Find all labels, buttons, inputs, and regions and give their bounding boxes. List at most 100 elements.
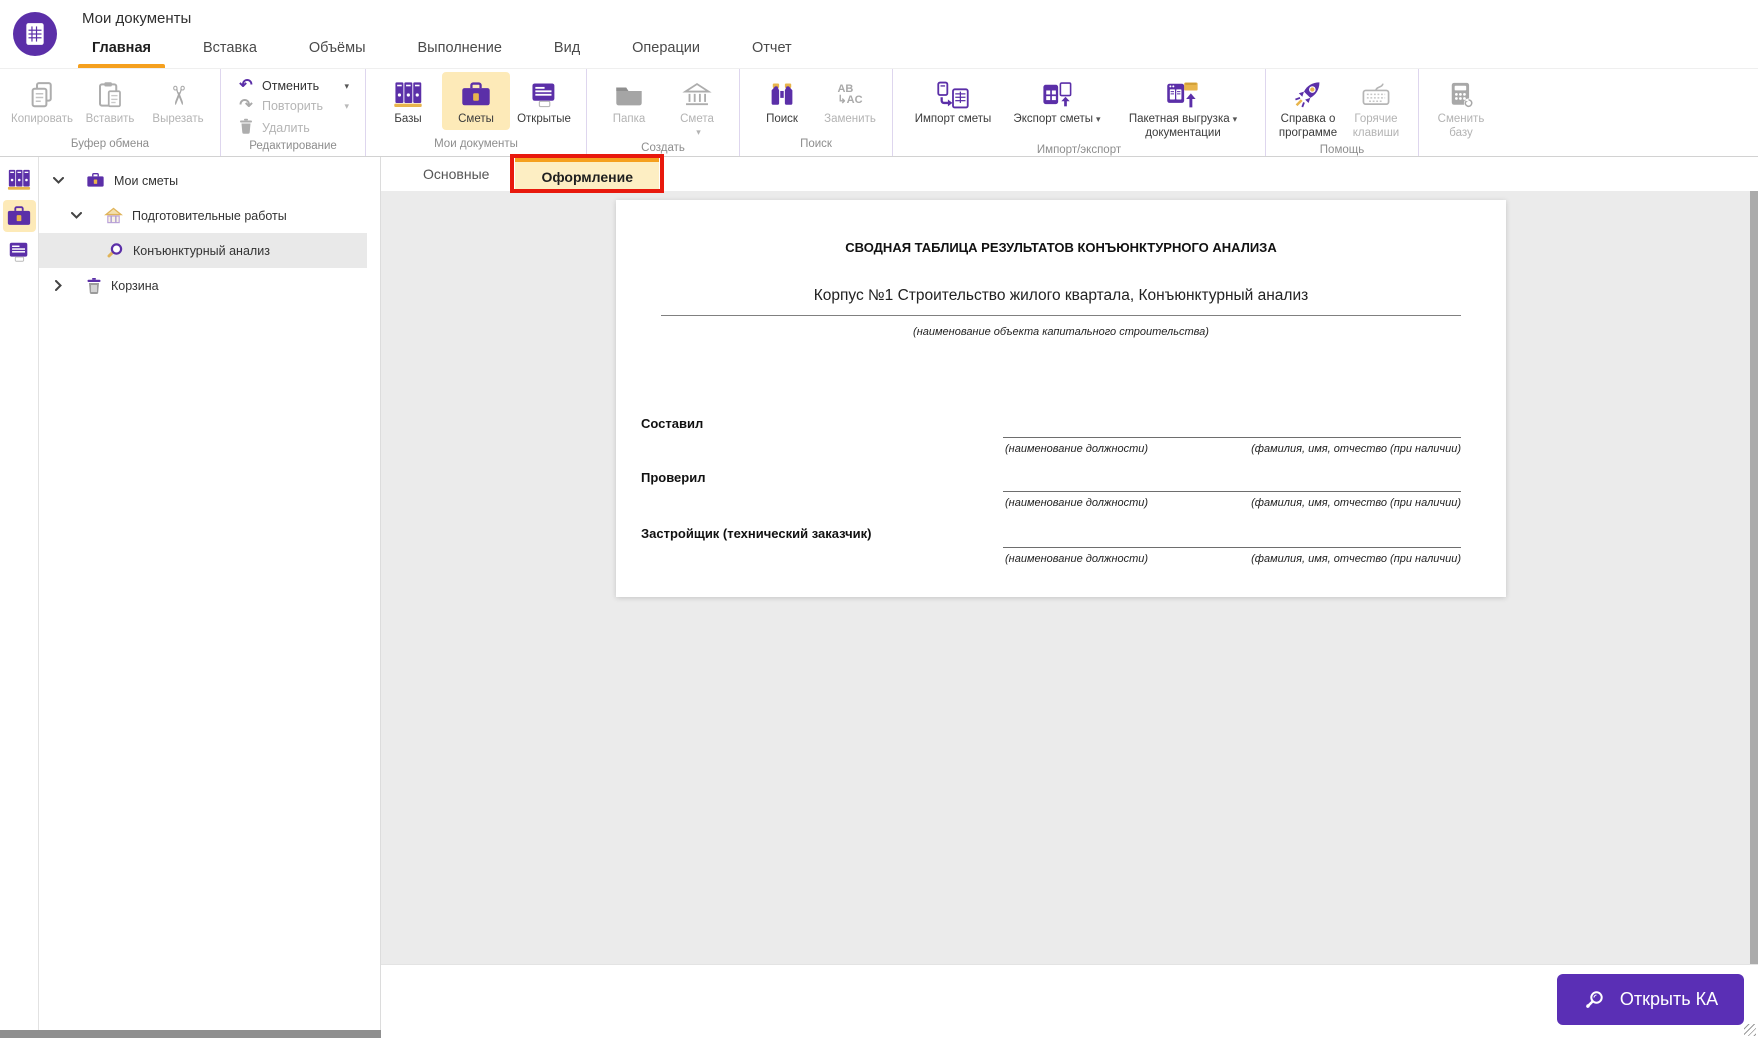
magnifier-icon [1583,988,1607,1012]
batch-export-caret-icon[interactable]: ▾ [1233,114,1238,125]
export-estimate-button[interactable]: Экспорт сметы ▾ [1005,72,1109,130]
copy-icon [27,77,57,113]
redo-icon: ↷ [239,97,253,114]
search-button[interactable]: Поиск [748,72,816,130]
scrollbar-thumb[interactable] [1750,191,1758,964]
import-estimate-label: Импорт сметы [914,113,992,125]
undo-caret-icon[interactable]: ▾ [344,81,349,92]
group-label-editing: Редактирование [249,140,337,152]
new-estimate-button[interactable]: Смета ▾ [663,72,731,141]
chevron-right-icon[interactable] [52,280,64,291]
tree-item-label: Мои сметы [114,173,179,188]
menu-tab-vypolnenie[interactable]: Выполнение [392,32,528,68]
tree-item-preparatory-works[interactable]: Подготовительные работы [39,198,380,233]
menu-tab-glavnaya[interactable]: Главная [66,32,177,68]
import-icon [936,77,970,113]
vertical-scrollbar[interactable] [1750,191,1758,964]
app-title: Мои документы [82,10,192,27]
group-label-my-documents: Мои документы [434,138,518,150]
signature-line [1003,437,1461,438]
import-estimate-button[interactable]: Импорт сметы [901,72,1005,130]
name-caption: (фамилия, имя, отчество (при наличии) [1251,497,1461,509]
tree-item-conjuncture-analysis[interactable]: Конъюнктурный анализ [39,233,367,268]
copy-button[interactable]: Копировать [8,72,76,130]
binders-icon [7,169,31,190]
new-folder-button[interactable]: Папка [595,72,663,130]
signature-line [1003,547,1461,548]
rail-estimates-button[interactable] [2,200,36,232]
hotkeys-label: Горячие [1354,113,1398,125]
menu-tab-vstavka[interactable]: Вставка [177,32,283,68]
export-caret-icon[interactable]: ▾ [1096,114,1101,125]
paste-icon [95,77,125,113]
ribbon-group-import-export: Импорт сметы Экспорт сметы ▾ Пакетная выг… [892,69,1265,156]
ribbon-group-my-documents: Базы Сметы Открытые Мои документы [365,69,586,156]
signature-role-label: Составил [641,416,704,431]
open-documents-icon [9,242,28,262]
undo-label: Отменить [262,79,320,93]
estimates-button[interactable]: Сметы [442,72,510,130]
tab-osnovnye[interactable]: Основные [397,157,515,191]
rail-opened-button[interactable] [3,236,36,268]
group-label-database [1427,149,1495,156]
signature-role-label: Застройщик (технический заказчик) [641,526,872,541]
change-database-button[interactable]: Сменить базу [1427,72,1495,143]
undo-button[interactable]: ↶ Отменить ▾ [233,76,353,96]
undo-icon: ↶ [239,77,253,94]
hotkeys-label2: клавиши [1352,126,1400,139]
paste-button[interactable]: Вставить [76,72,144,130]
signature-line [1003,491,1461,492]
briefcase-icon [460,77,492,113]
name-caption: (фамилия, имя, отчество (при наличии) [1251,553,1461,565]
batch-export-button[interactable]: Пакетная выгрузка ▾ документации [1109,72,1257,143]
opened-button[interactable]: Открытые [510,72,578,130]
folder-icon [614,77,644,113]
export-icon [1040,77,1074,113]
replace-button[interactable]: AB ↳AC Заменить [816,72,884,130]
copy-label: Копировать [11,113,73,125]
window-resize-grip[interactable] [1744,1024,1756,1036]
new-estimate-caret-icon[interactable]: ▾ [696,127,701,138]
about-button[interactable]: Справка о программе [1274,72,1342,143]
open-ka-button[interactable]: Открыть КА [1557,974,1744,1025]
object-name: Корпус №1 Строительство жилого квартала,… [813,287,1309,304]
chevron-down-icon[interactable] [70,212,82,219]
menu-tab-operacii[interactable]: Операции [606,32,726,68]
footer-bar: Открыть КА [381,964,1758,1038]
group-label-search: Поиск [800,138,832,150]
batch-export-icon [1165,77,1201,113]
briefcase-icon [7,205,31,225]
ribbon-group-editing: ↶ Отменить ▾ ↷ Повторить ▾ Удалить Редак… [220,69,365,156]
tree-item-my-estimates[interactable]: Мои сметы [39,163,380,198]
left-icon-rail [0,157,39,1030]
change-database-label: Сменить [1437,113,1485,125]
redo-button[interactable]: ↷ Повторить ▾ [233,96,353,116]
tree-item-label: Корзина [111,278,159,293]
menu-tab-vid[interactable]: Вид [528,32,606,68]
titlebar: Мои документы Главная Вставка Объёмы Вып… [0,0,1758,68]
tree-item-recycle-bin[interactable]: Корзина [39,268,380,303]
document-tab-strip: Основные Оформление [381,154,1758,193]
cut-button[interactable]: ✂ Вырезать [144,72,212,130]
delete-button[interactable]: Удалить [233,116,353,139]
rail-bases-button[interactable] [3,164,36,196]
signature-row: Составил (наименование должности) (фамил… [616,416,1506,462]
hotkeys-button[interactable]: Горячие клавиши [1342,72,1410,143]
batch-export-label2: документации [1145,126,1221,139]
position-caption: (наименование должности) [1005,497,1149,509]
ribbon: Копировать Вставить ✂ Вырезать Буфер обм… [0,68,1758,157]
house-icon [104,207,123,225]
bases-button[interactable]: Базы [374,72,442,130]
menu-tab-otchet[interactable]: Отчет [726,32,818,68]
cut-label: Вырезать [152,113,204,125]
chevron-down-icon[interactable] [52,177,64,184]
about-label2: программе [1278,126,1338,139]
sidebar-horizontal-scrollbar[interactable] [0,1030,381,1038]
menu-tab-obyomy[interactable]: Объёмы [283,32,392,68]
redo-caret-icon[interactable]: ▾ [344,101,349,112]
tab-oformlenie[interactable]: Оформление [515,157,660,191]
change-database-label2: базу [1449,126,1473,139]
ribbon-group-clipboard: Копировать Вставить ✂ Вырезать Буфер обм… [0,69,220,156]
signature-row: Проверил (наименование должности) (фамил… [616,470,1506,516]
trash-icon [86,277,102,295]
